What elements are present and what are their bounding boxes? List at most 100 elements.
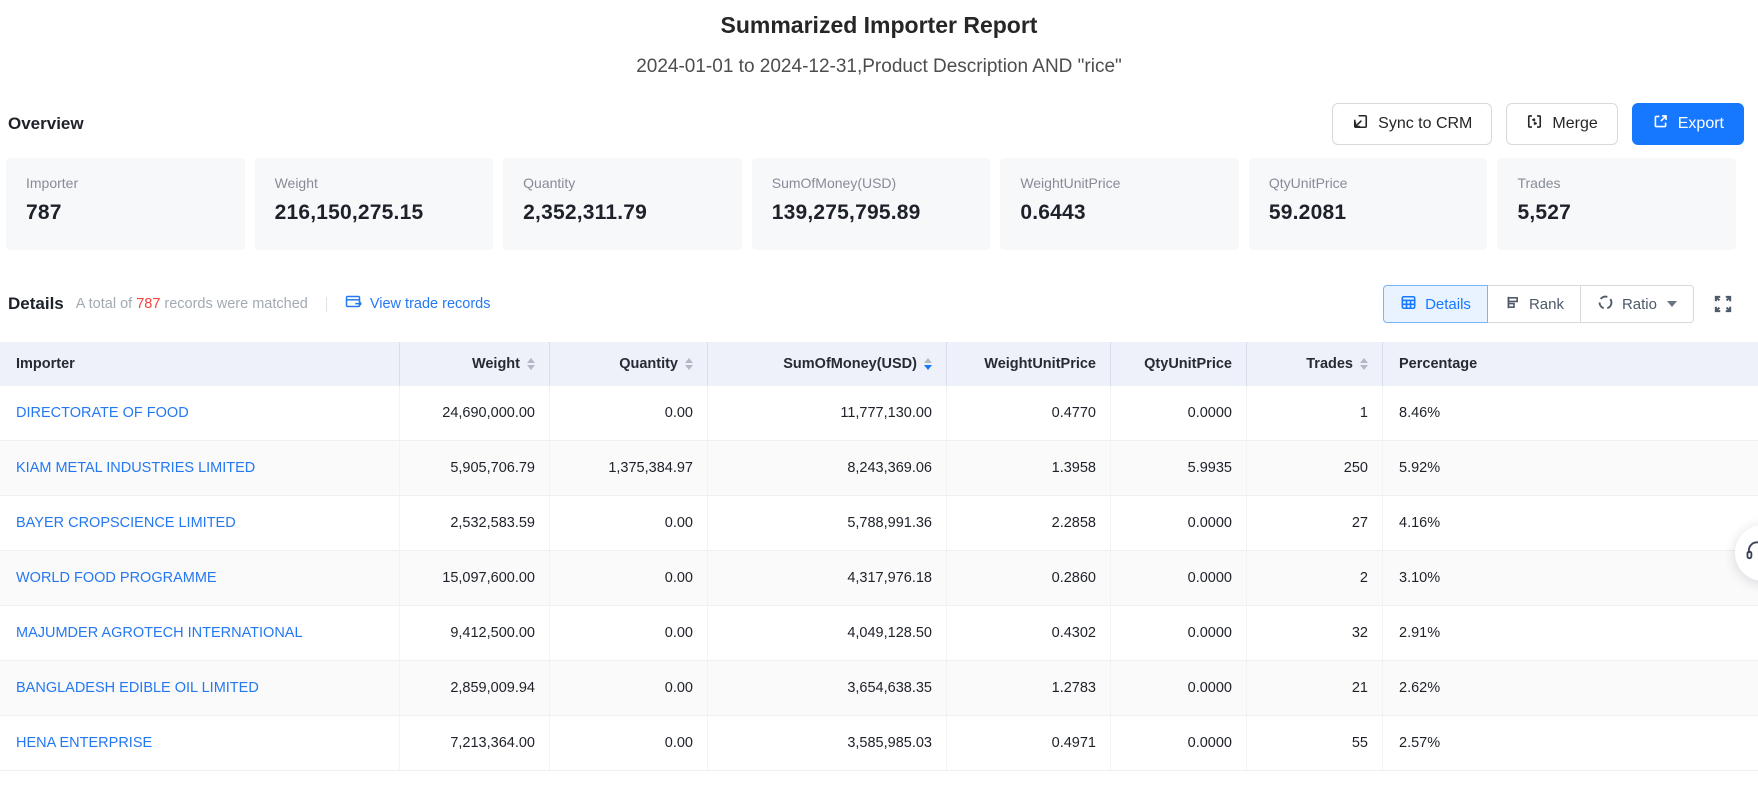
- details-toolbar-right: Details Rank Ratio: [1383, 285, 1734, 323]
- sync-to-crm-label: Sync to CRM: [1378, 115, 1472, 133]
- sort-toggle[interactable]: [527, 358, 535, 370]
- details-toolbar-left: Details A total of787records were matche…: [8, 294, 490, 314]
- stat-card-value: 216,150,275.15: [275, 201, 474, 225]
- records-matched-text: A total of787records were matched: [76, 296, 308, 312]
- quantity-cell: 1,375,384.97: [550, 441, 708, 495]
- sort-toggle[interactable]: [924, 358, 932, 370]
- sum-of-money-cell: 3,654,638.35: [708, 661, 947, 715]
- qty-unit-price-cell: 0.0000: [1111, 606, 1247, 660]
- rank-bars-icon: [1504, 294, 1521, 315]
- page-title: Summarized Importer Report: [0, 10, 1758, 40]
- overview-heading: Overview: [8, 114, 84, 134]
- view-trade-records-label: View trade records: [370, 296, 491, 312]
- quantity-cell: 0.00: [550, 551, 708, 605]
- overview-stat-cards: Importer 787 Weight 216,150,275.15 Quant…: [0, 158, 1758, 250]
- column-header-quantity: Quantity: [550, 342, 708, 386]
- stat-card-value: 787: [26, 201, 225, 225]
- qty-unit-price-cell: 0.0000: [1111, 551, 1247, 605]
- weight-unit-price-cell: 1.3958: [947, 441, 1111, 495]
- fullscreen-button[interactable]: [1712, 293, 1734, 315]
- percentage-cell: 3.10%: [1383, 551, 1758, 605]
- percentage-cell: 5.92%: [1383, 441, 1758, 495]
- stat-card: QtyUnitPrice 59.2081: [1249, 158, 1488, 250]
- importer-link[interactable]: WORLD FOOD PROGRAMME: [0, 551, 400, 605]
- quantity-cell: 0.00: [550, 661, 708, 715]
- stat-card-value: 139,275,795.89: [772, 201, 971, 225]
- importer-link[interactable]: MAJUMDER AGROTECH INTERNATIONAL: [0, 606, 400, 660]
- stat-card-value: 5,527: [1517, 201, 1716, 225]
- trades-cell: 250: [1247, 441, 1383, 495]
- sum-of-money-cell: 8,243,369.06: [708, 441, 947, 495]
- table-row: BAYER CROPSCIENCE LIMITED 2,532,583.59 0…: [0, 496, 1758, 551]
- sum-of-money-cell: 3,585,985.03: [708, 716, 947, 770]
- percentage-cell: 2.57%: [1383, 716, 1758, 770]
- weight-unit-price-cell: 0.2860: [947, 551, 1111, 605]
- stat-card: SumOfMoney(USD) 139,275,795.89: [752, 158, 991, 250]
- weight-unit-price-cell: 0.4770: [947, 386, 1111, 440]
- overview-bar: Overview Sync to CRM Merge Export: [0, 102, 1758, 146]
- report-header: Summarized Importer Report 2024-01-01 to…: [0, 0, 1758, 80]
- trades-cell: 27: [1247, 496, 1383, 550]
- toolbar-divider: [326, 297, 327, 312]
- weight-cell: 2,532,583.59: [400, 496, 550, 550]
- ratio-circle-icon: [1597, 294, 1614, 315]
- sum-of-money-cell: 4,049,128.50: [708, 606, 947, 660]
- sync-to-crm-button[interactable]: Sync to CRM: [1332, 103, 1492, 145]
- export-label: Export: [1678, 115, 1724, 133]
- importer-link[interactable]: BANGLADESH EDIBLE OIL LIMITED: [0, 661, 400, 715]
- table-body: DIRECTORATE OF FOOD 24,690,000.00 0.00 1…: [0, 386, 1758, 771]
- details-toolbar: Details A total of787records were matche…: [0, 284, 1758, 324]
- table-row: WORLD FOOD PROGRAMME 15,097,600.00 0.00 …: [0, 551, 1758, 606]
- table-header-row: Importer Weight Quantity SumOfMoney(USD)…: [0, 342, 1758, 386]
- stat-card-label: Quantity: [523, 175, 722, 192]
- column-header-label: Trades: [1306, 356, 1353, 372]
- sum-of-money-cell: 11,777,130.00: [708, 386, 947, 440]
- stat-card: Quantity 2,352,311.79: [503, 158, 742, 250]
- trade-records-icon: [345, 294, 363, 314]
- headset-icon: [1744, 538, 1758, 569]
- view-mode-rank[interactable]: Rank: [1487, 285, 1581, 323]
- trades-cell: 55: [1247, 716, 1383, 770]
- stat-card-value: 2,352,311.79: [523, 201, 722, 225]
- importer-link[interactable]: DIRECTORATE OF FOOD: [0, 386, 400, 440]
- column-header-weight: Weight: [400, 342, 550, 386]
- weight-unit-price-cell: 0.4971: [947, 716, 1111, 770]
- importer-link[interactable]: KIAM METAL INDUSTRIES LIMITED: [0, 441, 400, 495]
- qty-unit-price-cell: 0.0000: [1111, 496, 1247, 550]
- qty-unit-price-cell: 0.0000: [1111, 661, 1247, 715]
- merge-button[interactable]: Merge: [1506, 103, 1617, 145]
- column-header-label: Percentage: [1399, 356, 1477, 372]
- table-row: HENA ENTERPRISE 7,213,364.00 0.00 3,585,…: [0, 716, 1758, 771]
- sum-of-money-cell: 4,317,976.18: [708, 551, 947, 605]
- view-mode-details[interactable]: Details: [1383, 285, 1488, 323]
- quantity-cell: 0.00: [550, 386, 708, 440]
- view-mode-rank-label: Rank: [1529, 296, 1564, 313]
- column-header-weight_unit_price: WeightUnitPrice: [947, 342, 1111, 386]
- view-mode-ratio[interactable]: Ratio: [1580, 285, 1694, 323]
- column-header-qty_unit_price: QtyUnitPrice: [1111, 342, 1247, 386]
- percentage-cell: 4.16%: [1383, 496, 1758, 550]
- weight-unit-price-cell: 2.2858: [947, 496, 1111, 550]
- column-header-importer: Importer: [0, 342, 400, 386]
- column-header-label: WeightUnitPrice: [984, 356, 1096, 372]
- stat-card-label: SumOfMoney(USD): [772, 175, 971, 192]
- weight-cell: 5,905,706.79: [400, 441, 550, 495]
- trades-cell: 21: [1247, 661, 1383, 715]
- overview-actions: Sync to CRM Merge Export: [1332, 103, 1744, 145]
- weight-unit-price-cell: 0.4302: [947, 606, 1111, 660]
- importer-details-table: Importer Weight Quantity SumOfMoney(USD)…: [0, 342, 1758, 771]
- merge-icon: [1526, 113, 1543, 135]
- view-trade-records-link[interactable]: View trade records: [345, 294, 491, 314]
- importer-link[interactable]: HENA ENTERPRISE: [0, 716, 400, 770]
- percentage-cell: 2.62%: [1383, 661, 1758, 715]
- column-header-trades: Trades: [1247, 342, 1383, 386]
- column-header-percentage: Percentage: [1383, 342, 1758, 386]
- sort-toggle[interactable]: [1360, 358, 1368, 370]
- stat-card: Weight 216,150,275.15: [255, 158, 494, 250]
- export-button[interactable]: Export: [1632, 103, 1744, 145]
- stat-card: WeightUnitPrice 0.6443: [1000, 158, 1239, 250]
- sort-toggle[interactable]: [685, 358, 693, 370]
- column-header-sum_of_money: SumOfMoney(USD): [708, 342, 947, 386]
- stat-card-label: WeightUnitPrice: [1020, 175, 1219, 192]
- importer-link[interactable]: BAYER CROPSCIENCE LIMITED: [0, 496, 400, 550]
